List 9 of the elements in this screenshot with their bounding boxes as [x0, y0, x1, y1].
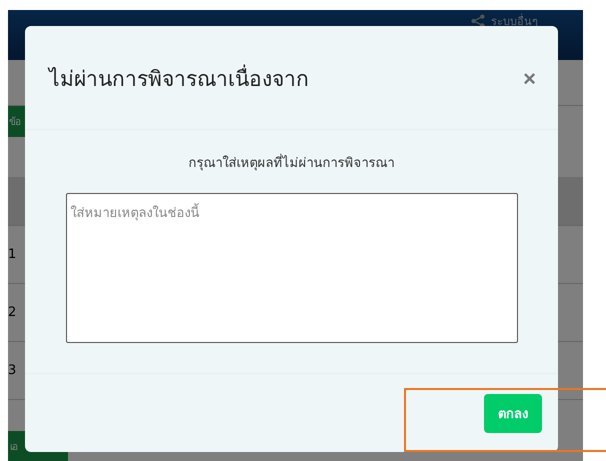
prompt-text: กรุณาใส่เหตุผลที่ไม่ผ่านการพิจารณา [188, 152, 394, 173]
reason-field[interactable]: ใส่หมายเหตุลงในช่องนี้ [66, 193, 518, 343]
row-number: 1 [8, 247, 16, 262]
confirm-button[interactable]: ตกลง [484, 394, 542, 433]
close-button[interactable]: × [523, 68, 536, 90]
row-number: 2 [8, 305, 16, 320]
header-link[interactable]: ระบบอื่นๆ [491, 12, 538, 30]
row-number: 3 [8, 363, 16, 378]
dialog-title: ไม่ผ่านการพิจารณาเนื่องจาก [49, 62, 309, 95]
